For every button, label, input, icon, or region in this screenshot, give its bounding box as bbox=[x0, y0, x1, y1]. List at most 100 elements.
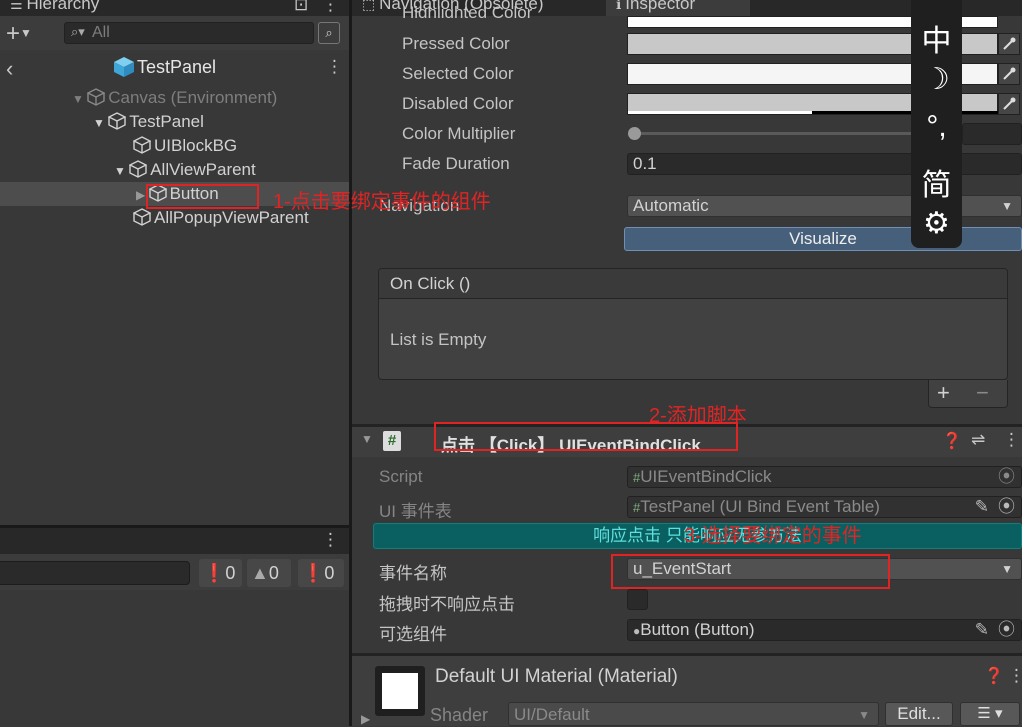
dropdown-arrow-icon: ▼ bbox=[858, 708, 870, 722]
edit-shader-button[interactable]: Edit... bbox=[885, 702, 953, 726]
help-icon[interactable]: ❓ bbox=[984, 666, 1004, 686]
annotation-step1: 1-点击要绑定事件的组件 bbox=[273, 191, 491, 213]
search-by-type-icon[interactable]: ⌕ bbox=[318, 22, 340, 44]
material-preview-frame bbox=[375, 666, 425, 716]
csharp-script-icon: # bbox=[383, 431, 401, 451]
expand-arrow-icon[interactable]: ▼ bbox=[93, 116, 108, 130]
search-icon: ⌕▾ bbox=[71, 24, 85, 39]
console-menu-icon[interactable]: ⋮ bbox=[322, 530, 339, 550]
console-warning-toggle[interactable]: ▲0 bbox=[247, 559, 291, 587]
navigation-dropdown[interactable]: Automatic ▼ bbox=[627, 195, 1022, 217]
fade-duration-label: Fade Duration bbox=[402, 154, 510, 173]
tab-inspector[interactable]: ℹ Inspector bbox=[606, 0, 750, 16]
hierarchy-panel: ☰ Hierarchy ⊡ ⋮ +▼ ⌕▾ All ⌕ ‹ TestPanel … bbox=[0, 0, 349, 726]
fade-duration-field[interactable]: 0.1 bbox=[627, 153, 1022, 175]
event-table-field[interactable]: #TestPanel (UI Bind Event Table) ✎ ⦿ bbox=[627, 496, 1022, 518]
search-input[interactable]: All bbox=[92, 24, 110, 42]
onclick-title: On Click () bbox=[390, 274, 471, 293]
color-multiplier-label: Color Multiplier bbox=[402, 124, 516, 143]
onclick-empty-text: List is Empty bbox=[390, 330, 487, 349]
gameobject-icon bbox=[132, 136, 152, 154]
gameobject-icon bbox=[107, 112, 127, 130]
shader-label: Shader bbox=[430, 705, 489, 725]
console-info-toggle[interactable]: ❗0 bbox=[199, 559, 242, 587]
console-search-input[interactable] bbox=[0, 561, 190, 585]
dropdown-arrow-icon: ▼ bbox=[1001, 562, 1013, 576]
material-menu-icon[interactable]: ⋮ bbox=[1008, 666, 1022, 686]
component-menu-icon[interactable]: ⋮ bbox=[1003, 430, 1020, 450]
tree-item-allviewparent[interactable]: ▼ AllViewParent bbox=[114, 158, 256, 182]
ime-toolbar: 中 ☽ °, 简 ⚙ bbox=[911, 0, 962, 248]
eyedropper-icon[interactable] bbox=[998, 93, 1020, 115]
eyedropper-icon[interactable] bbox=[998, 33, 1020, 55]
lock-icon[interactable]: ⊡ bbox=[294, 0, 308, 15]
moon-icon[interactable]: ☽ bbox=[911, 62, 962, 97]
scene-title: TestPanel bbox=[137, 57, 217, 77]
warning-icon: ▲ bbox=[251, 563, 269, 583]
help-icon[interactable]: ❓ bbox=[942, 431, 962, 451]
ime-language-toggle[interactable]: 中 bbox=[911, 16, 962, 60]
material-title: Default UI Material (Material) bbox=[435, 666, 678, 687]
object-picker-icon[interactable]: ⦿ bbox=[998, 497, 1015, 517]
scene-menu-icon[interactable]: ⋮ bbox=[326, 57, 343, 77]
list-icon: ☰ ▾ bbox=[977, 705, 1003, 722]
tab-hierarchy[interactable]: ☰ Hierarchy bbox=[0, 0, 109, 16]
info-circle-icon: ℹ bbox=[616, 0, 626, 12]
more-menu-icon[interactable]: ⋮ bbox=[322, 0, 339, 15]
gameobject-icon bbox=[132, 208, 152, 226]
object-picker-icon: ⦿ bbox=[998, 467, 1015, 486]
search-input-wrapper[interactable]: ⌕▾ All bbox=[64, 22, 314, 44]
error-icon: ❗ bbox=[302, 563, 325, 583]
ime-simplified-toggle[interactable]: 简 bbox=[911, 160, 962, 204]
expand-arrow-icon[interactable]: ▼ bbox=[72, 92, 87, 106]
selectable-field[interactable]: ●Button (Button) ✎ ⦿ bbox=[627, 619, 1022, 641]
console-tabbar: ⋮ bbox=[0, 528, 349, 554]
hierarchy-toolbar: +▼ ⌕▾ All ⌕ bbox=[0, 16, 349, 50]
annotation-step3: 3-选择要绑定的事件 bbox=[684, 525, 862, 547]
drag-no-click-checkbox[interactable] bbox=[627, 589, 648, 610]
onclick-event-box: On Click () List is Empty bbox=[378, 268, 1008, 380]
onclick-header bbox=[379, 269, 1007, 299]
event-name-label: 事件名称 bbox=[379, 564, 447, 583]
scene-header: ‹ TestPanel ⋮ bbox=[0, 52, 349, 84]
dropdown-arrow-icon: ▼ bbox=[1001, 199, 1013, 213]
remove-event-button[interactable]: − bbox=[976, 380, 989, 406]
tree-item-canvas[interactable]: ▼ Canvas (Environment) bbox=[72, 86, 277, 110]
tree-item-uiblockbg[interactable]: UIBlockBG bbox=[132, 134, 237, 158]
back-chevron-icon[interactable]: ‹ bbox=[6, 56, 13, 82]
pressed-color-label: Pressed Color bbox=[402, 34, 510, 53]
edit-pencil-icon[interactable]: ✎ bbox=[975, 497, 989, 517]
script-label: Script bbox=[379, 467, 423, 486]
ime-punctuation-toggle[interactable]: °, bbox=[911, 110, 962, 144]
annotation-box-step2 bbox=[434, 422, 738, 451]
fold-arrow-icon[interactable]: ▶ bbox=[361, 712, 370, 726]
shader-dropdown[interactable]: UI/Default ▼ bbox=[508, 702, 879, 726]
console-error-toggle[interactable]: ❗0 bbox=[298, 559, 344, 587]
gear-icon[interactable]: ⚙ bbox=[911, 206, 962, 241]
gameobject-icon bbox=[86, 88, 106, 106]
multiplier-slider-handle[interactable] bbox=[628, 127, 641, 140]
expand-arrow-icon[interactable]: ▼ bbox=[114, 164, 129, 178]
annotation-box-step3 bbox=[611, 554, 890, 589]
preset-icon[interactable]: ⇌ bbox=[971, 430, 985, 450]
material-section: ▶ Default UI Material (Material) ❓ ⋮ Sha… bbox=[352, 656, 1022, 726]
visualize-button[interactable]: Visualize bbox=[624, 227, 1022, 251]
alpha-bar-black bbox=[812, 111, 998, 114]
fold-arrow-icon[interactable]: ▼ bbox=[361, 432, 373, 446]
add-event-button[interactable]: + bbox=[937, 380, 950, 406]
shader-options-button[interactable]: ☰ ▾ bbox=[960, 702, 1020, 726]
add-dropdown-icon[interactable]: +▼ bbox=[6, 20, 32, 48]
multiplier-slider-track[interactable] bbox=[634, 132, 914, 135]
navigation-icon: ⬚ bbox=[362, 0, 380, 12]
hierarchy-tabbar: ☰ Hierarchy ⊡ ⋮ bbox=[0, 0, 349, 16]
selected-color-label: Selected Color bbox=[402, 64, 514, 83]
multiplier-value-field[interactable] bbox=[962, 123, 1022, 145]
gameobject-icon bbox=[128, 160, 148, 178]
tree-item-testpanel[interactable]: ▼ TestPanel bbox=[93, 110, 204, 134]
edit-pencil-icon[interactable]: ✎ bbox=[975, 620, 989, 640]
selectable-label: 可选组件 bbox=[379, 625, 447, 644]
alpha-bar-white bbox=[628, 111, 812, 114]
script-field: #UIEventBindClick ⦿ bbox=[627, 466, 1022, 488]
eyedropper-icon[interactable] bbox=[998, 63, 1020, 85]
object-picker-icon[interactable]: ⦿ bbox=[998, 620, 1015, 640]
